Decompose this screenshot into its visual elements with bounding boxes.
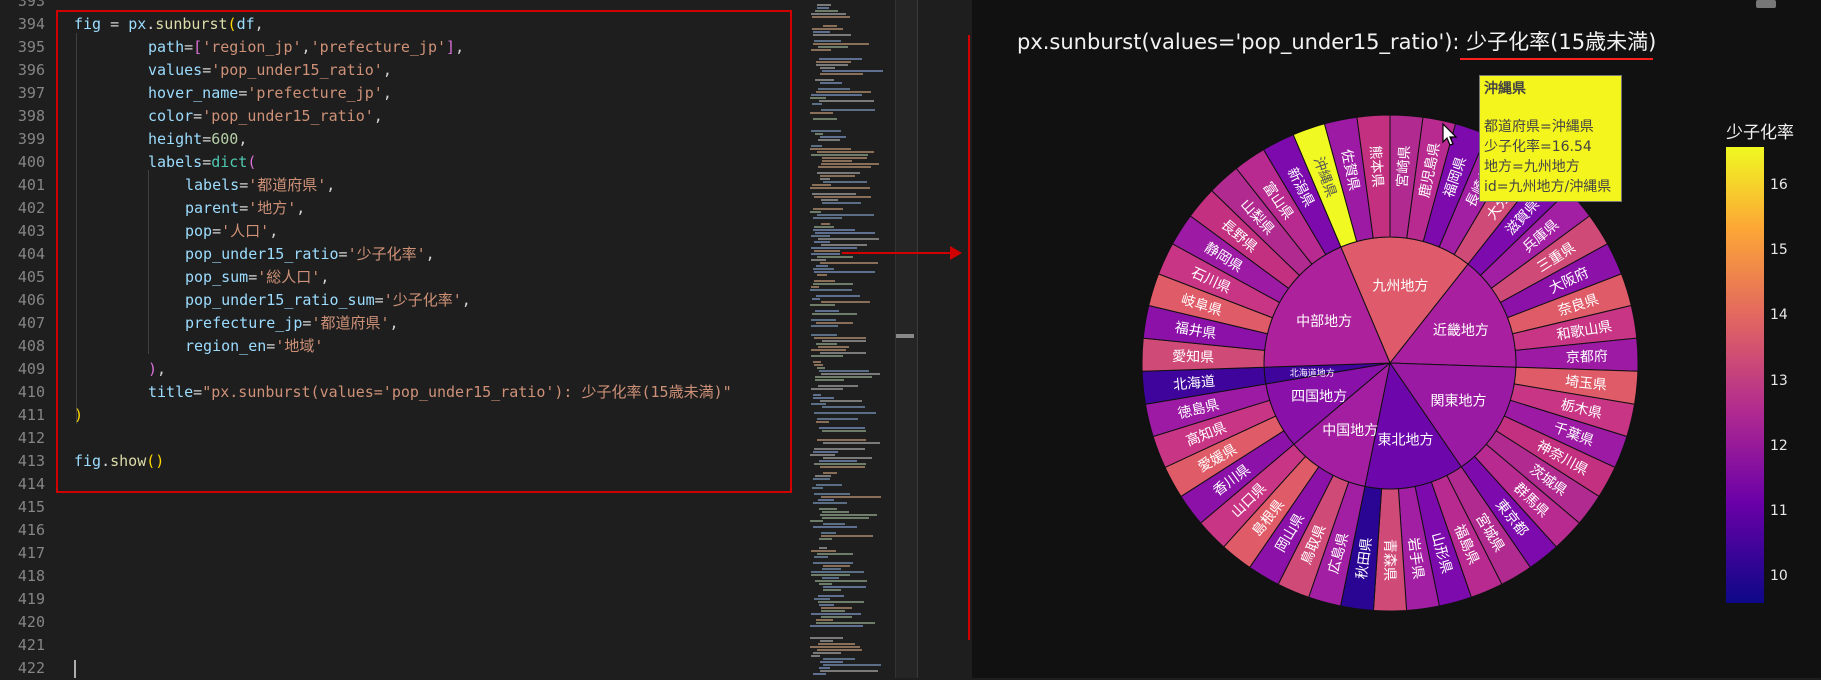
colorbar-tick: 16 [1770, 177, 1788, 194]
mouse-pointer-icon [1442, 122, 1458, 146]
colorbar-tick: 12 [1770, 437, 1788, 454]
sunburst-prefecture-label: 青森県 [1381, 539, 1397, 581]
sunburst-region-label: 東北地方 [1378, 433, 1434, 449]
sunburst-prefecture-label: 愛知県 [1172, 348, 1215, 366]
sunburst-prefecture-label: 宮崎県 [1395, 145, 1414, 188]
hover-tooltip: 沖縄県 都道府県=沖縄県 少子化率=16.54 地方=九州地方 id=九州地方/… [1479, 75, 1622, 202]
sunburst-prefecture-label: 京都府 [1566, 349, 1609, 366]
sunburst-region-label: 関東地方 [1431, 394, 1487, 410]
hover-line-region: 地方=九州地方 [1484, 159, 1580, 175]
colorbar-tick: 15 [1770, 242, 1788, 259]
hover-line-prefecture: 都道府県=沖縄県 [1484, 119, 1594, 135]
colorbar-tick: 11 [1770, 502, 1788, 519]
colorbar-tick: 13 [1770, 372, 1788, 389]
colorbar-title: 少子化率 [1726, 123, 1794, 143]
hover-title: 沖縄県 [1484, 81, 1526, 97]
colorbar [1726, 147, 1764, 603]
sunburst-region-label: 北海道地方 [1290, 367, 1335, 379]
hover-line-id: id=九州地方/沖縄県 [1484, 179, 1612, 195]
sunburst-region-label: 中部地方 [1296, 314, 1352, 330]
sunburst-prefecture-label: 熊本県 [1366, 145, 1385, 188]
sunburst-region-label: 四国地方 [1291, 389, 1347, 405]
colorbar-tick: 14 [1770, 307, 1788, 324]
sunburst-region-label: 九州地方 [1372, 279, 1428, 295]
hover-line-ratio: 少子化率=16.54 [1484, 139, 1592, 155]
colorbar-tick: 10 [1770, 567, 1788, 584]
sunburst-region-label: 近畿地方 [1433, 323, 1489, 339]
sunburst-region-label: 中国地方 [1322, 423, 1378, 439]
